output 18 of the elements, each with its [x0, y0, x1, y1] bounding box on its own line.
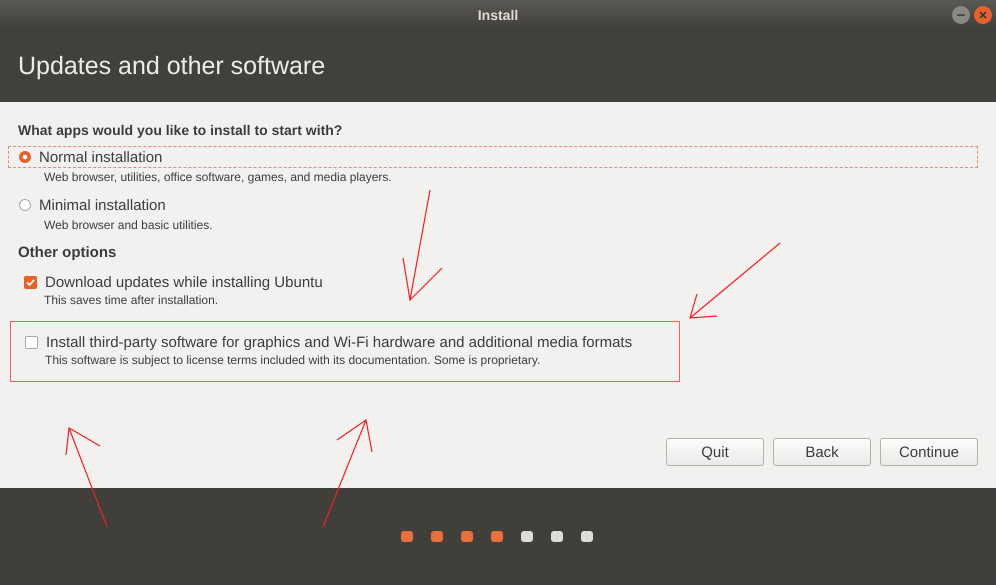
check-icon — [25, 277, 36, 288]
dialog-button[interactable]: Continue — [880, 438, 978, 466]
minimize-icon[interactable] — [952, 6, 970, 24]
checkbox-option[interactable]: Download updates while installing Ubuntu — [10, 274, 978, 291]
radio-option[interactable]: Normal installation — [8, 146, 978, 168]
option-description: Web browser, utilities, office software, games, and media players. — [44, 170, 392, 184]
window-title: Install — [478, 7, 518, 23]
dialog-button[interactable]: Back — [773, 438, 871, 466]
close-icon[interactable] — [974, 6, 992, 24]
question-heading: What apps would you like to install to start with? — [18, 122, 342, 138]
section-heading: Other options — [18, 244, 116, 261]
page-title: Updates and other software — [18, 52, 326, 80]
radio-option[interactable]: Minimal installation — [8, 194, 978, 216]
option-description: Web browser and basic utilities. — [44, 218, 213, 232]
dialog-button[interactable]: Quit — [666, 438, 764, 466]
option-description: This software is subject to license terms included with its documentation. Some is proprietary. — [45, 353, 540, 367]
checkbox-option[interactable]: Install third-party software for graphics and Wi-Fi hardware and additional media formats — [11, 334, 679, 351]
option-description: This saves time after installation. — [44, 293, 218, 307]
